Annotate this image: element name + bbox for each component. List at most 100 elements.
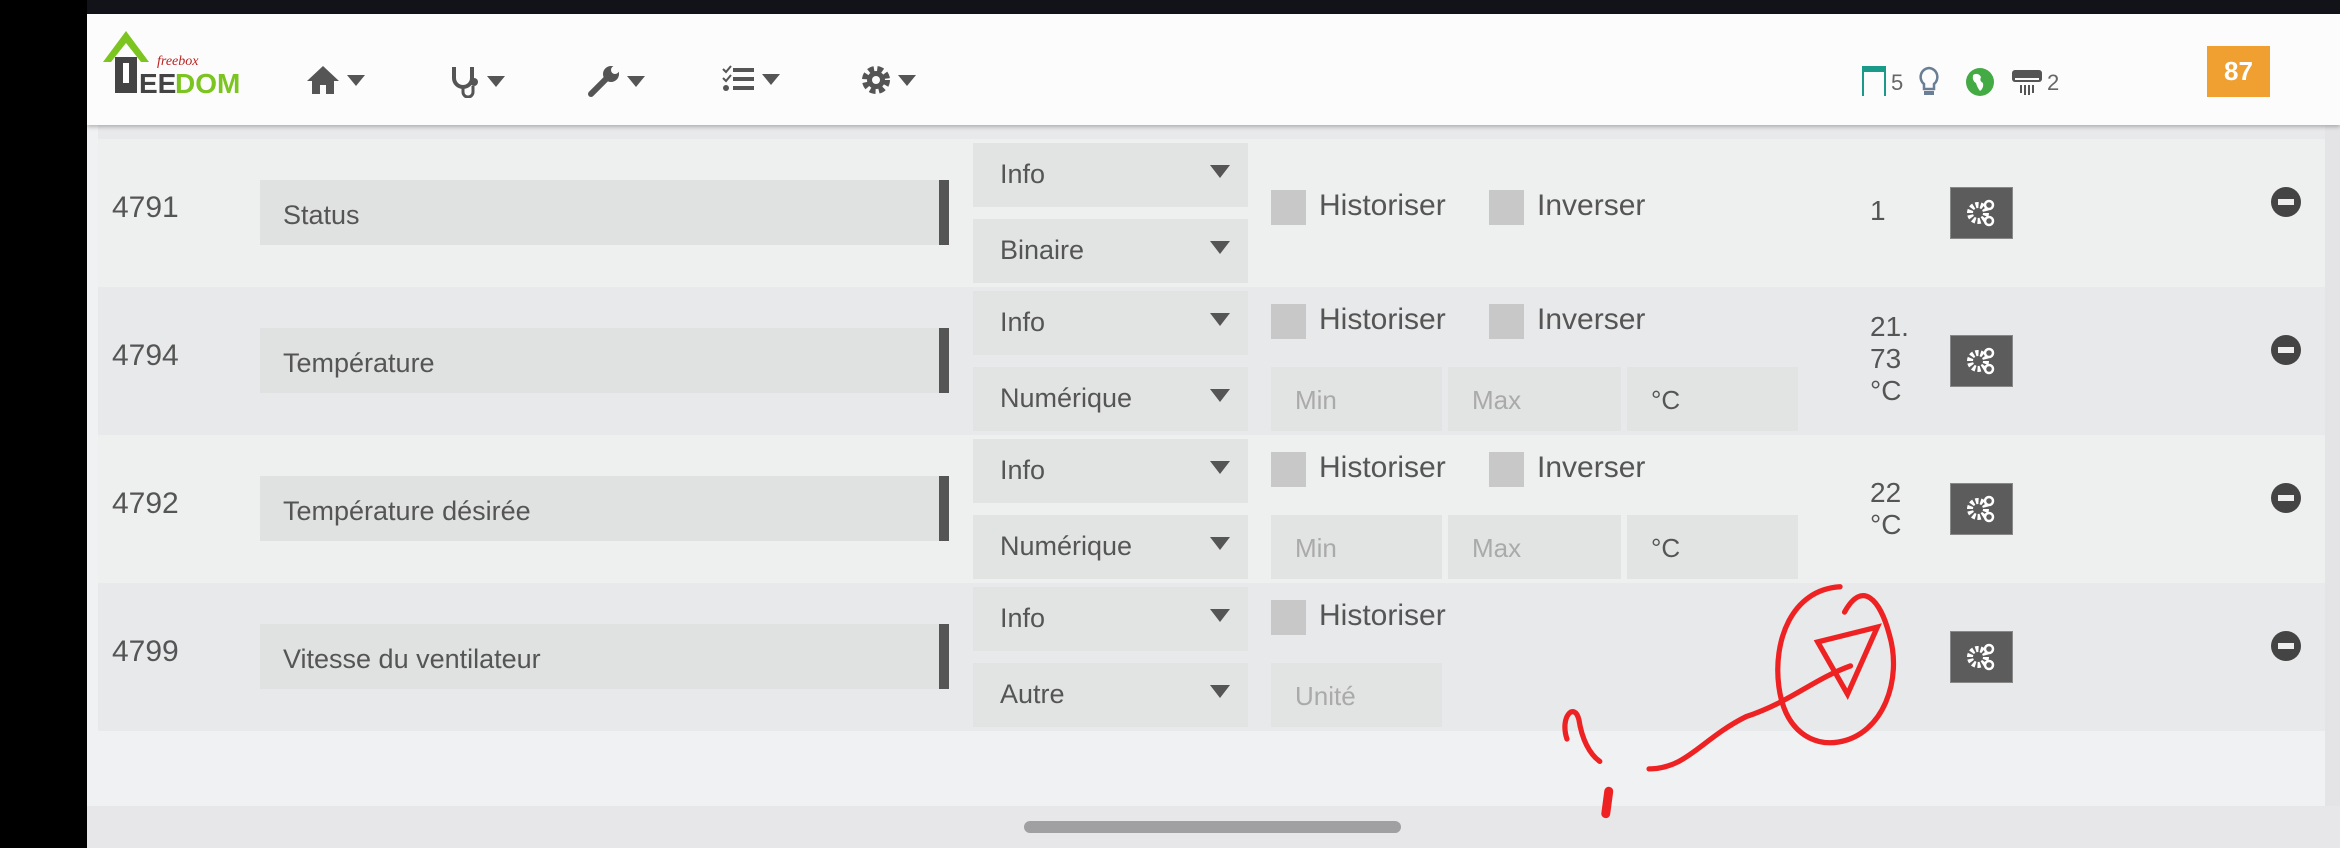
unit-input[interactable]: Unité: [1271, 663, 1442, 727]
value-line: 21.: [1870, 311, 1909, 342]
stethoscope-icon: [452, 67, 478, 99]
jeedom-logo[interactable]: EE DOM freebox: [101, 27, 257, 99]
max-input[interactable]: Max: [1448, 367, 1621, 431]
left-black-edge: [0, 0, 87, 848]
chevron-down-icon: [762, 73, 780, 85]
cogs-icon: [1967, 495, 1995, 523]
command-name-input[interactable]: Température désirée: [260, 476, 949, 541]
command-value: 21. 73 °C: [1870, 311, 1909, 407]
remove-command-button[interactable]: [2271, 187, 2301, 217]
subtype-select[interactable]: Binaire: [973, 219, 1248, 283]
remove-command-button[interactable]: [2271, 631, 2301, 661]
subtype-select[interactable]: Autre: [973, 663, 1248, 727]
subtype-value: Binaire: [1000, 235, 1085, 265]
unit-input[interactable]: °C: [1627, 367, 1798, 431]
svg-text:freebox: freebox: [157, 54, 199, 69]
home-gesture-handle[interactable]: [1024, 821, 1401, 833]
table-row: 4794 Température Info Numérique Historis…: [98, 287, 2325, 435]
chevron-down-icon: [347, 74, 365, 86]
command-value: 1: [1870, 195, 1886, 227]
inverser-label: Inverser: [1537, 189, 1646, 222]
command-id: 4791: [112, 191, 179, 224]
historiser-checkbox[interactable]: [1271, 304, 1306, 339]
system-status-bar: [0, 0, 2340, 14]
chevron-down-icon: [627, 75, 645, 87]
historiser-checkbox[interactable]: [1271, 600, 1306, 635]
inverser-checkbox[interactable]: [1489, 190, 1524, 225]
svg-text:DOM: DOM: [175, 68, 240, 97]
advanced-config-button[interactable]: [1950, 483, 2013, 535]
type-select[interactable]: Info: [973, 439, 1248, 503]
subtype-value: Autre: [1000, 679, 1065, 709]
nav-tools-menu[interactable]: [587, 64, 645, 104]
shutter-count: 5: [1891, 70, 1904, 95]
table-row-partial: [98, 125, 2325, 139]
shutter-icon[interactable]: [1860, 64, 1888, 98]
dropdown-arrow-icon: [1210, 609, 1230, 622]
inverser-checkbox[interactable]: [1489, 452, 1524, 487]
type-select[interactable]: Info: [973, 291, 1248, 355]
command-value: 22 °C: [1870, 477, 1901, 541]
commands-panel: 4791 Status Info Binaire Historiser Inve…: [98, 125, 2325, 806]
subtype-value: Numérique: [1000, 531, 1133, 561]
nav-settings-menu[interactable]: [860, 64, 916, 104]
unit-input[interactable]: °C: [1627, 515, 1798, 579]
advanced-config-button[interactable]: [1950, 187, 2013, 239]
dropdown-arrow-icon: [1210, 165, 1230, 178]
message-count-badge[interactable]: 87: [2207, 46, 2270, 97]
dropdown-arrow-icon: [1210, 241, 1230, 254]
command-name-input[interactable]: Vitesse du ventilateur: [260, 624, 949, 689]
cogs-icon: [1967, 199, 1995, 227]
table-row: 4792 Température désirée Info Numérique …: [98, 435, 2325, 583]
gesture-bar: [87, 806, 2340, 848]
min-input[interactable]: Min: [1271, 515, 1442, 579]
chevron-down-icon: [487, 75, 505, 87]
lightbulb-icon[interactable]: [1918, 66, 1940, 98]
nav-health-menu[interactable]: [449, 64, 505, 104]
wrench-icon: [588, 66, 619, 97]
subtype-select[interactable]: Numérique: [973, 367, 1248, 431]
historiser-checkbox[interactable]: [1271, 190, 1306, 225]
max-input[interactable]: Max: [1448, 515, 1621, 579]
globe-icon[interactable]: [1965, 67, 1995, 97]
advanced-config-button[interactable]: [1950, 631, 2013, 683]
dropdown-arrow-icon: [1210, 461, 1230, 474]
ac-count: 2: [2047, 70, 2060, 95]
dropdown-arrow-icon: [1210, 685, 1230, 698]
command-name-input[interactable]: Température: [260, 328, 949, 393]
tasks-icon: [722, 65, 754, 91]
dropdown-arrow-icon: [1210, 313, 1230, 326]
dropdown-arrow-icon: [1210, 537, 1230, 550]
min-input[interactable]: Min: [1271, 367, 1442, 431]
type-select[interactable]: Info: [973, 143, 1248, 207]
vertical-scrollbar[interactable]: [2325, 125, 2340, 806]
air-conditioner-icon[interactable]: [2011, 68, 2043, 100]
type-value: Info: [1000, 159, 1046, 189]
nav-home-menu[interactable]: [305, 64, 365, 104]
remove-command-button[interactable]: [2271, 483, 2301, 513]
table-row: 4791 Status Info Binaire Historiser Inve…: [98, 139, 2325, 287]
type-value: Info: [1000, 307, 1046, 337]
svg-text:EE: EE: [139, 68, 176, 97]
remove-command-button[interactable]: [2271, 335, 2301, 365]
historiser-checkbox[interactable]: [1271, 452, 1306, 487]
inverser-checkbox[interactable]: [1489, 304, 1524, 339]
command-id: 4794: [112, 339, 179, 372]
value-line: 22: [1870, 477, 1902, 508]
value-line: 73: [1870, 343, 1902, 374]
chevron-down-icon: [898, 74, 916, 86]
value-line: °C: [1870, 509, 1902, 540]
inverser-label: Inverser: [1537, 303, 1646, 336]
type-value: Info: [1000, 455, 1046, 485]
navbar: EE DOM freebox 5 2 87: [87, 14, 2340, 125]
subtype-select[interactable]: Numérique: [973, 515, 1248, 579]
command-name-input[interactable]: Status: [260, 180, 949, 245]
type-select[interactable]: Info: [973, 587, 1248, 651]
historiser-label: Historiser: [1319, 451, 1446, 484]
nav-plugins-menu[interactable]: [722, 64, 780, 104]
historiser-label: Historiser: [1319, 599, 1446, 632]
advanced-config-button[interactable]: [1950, 335, 2013, 387]
subtype-value: Numérique: [1000, 383, 1133, 413]
inverser-label: Inverser: [1537, 451, 1646, 484]
type-value: Info: [1000, 603, 1046, 633]
